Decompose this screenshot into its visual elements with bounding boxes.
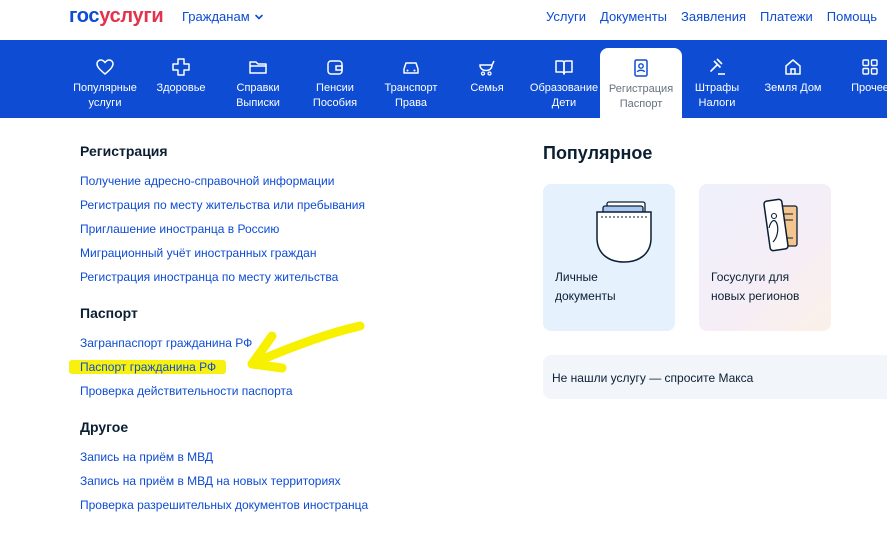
ask-max-button[interactable]: Не нашли услугу — спросите Макса: [543, 355, 887, 399]
category-label: Образование Дети: [529, 82, 599, 109]
category-label: Справки Выписки: [236, 82, 280, 109]
category-fines-taxes[interactable]: Штрафы Налоги: [686, 40, 748, 118]
card-new-regions[interactable]: Госуслуги для новых регионов: [699, 184, 831, 331]
top-nav: Услуги Документы Заявления Платежи Помощ…: [546, 9, 877, 25]
category-education[interactable]: Образование Дети: [526, 40, 602, 118]
chevron-down-icon: [254, 14, 263, 20]
house-icon: [782, 56, 804, 78]
logo-part-uslugi: услуги: [99, 5, 164, 27]
car-icon: [400, 56, 422, 78]
category-land-home[interactable]: Земля Дом: [758, 40, 828, 118]
heart-icon: [94, 56, 116, 78]
gosuslugi-logo[interactable]: госуслуги: [69, 4, 164, 28]
link-internal-passport[interactable]: Паспорт гражданина РФ: [80, 360, 216, 374]
card-label: Госуслуги для новых регионов: [711, 270, 800, 303]
medical-cross-icon: [170, 56, 192, 78]
ask-max-label: Не нашли услугу — спросите Макса: [552, 371, 754, 385]
grid-icon: [859, 56, 881, 78]
section-title-passport: Паспорт: [80, 305, 138, 321]
nav-applications[interactable]: Заявления: [681, 9, 746, 25]
folder-icon: [247, 56, 269, 78]
link-foreign-passport[interactable]: Загранпаспорт гражданина РФ: [80, 336, 252, 350]
category-label: Регистрация Паспорт: [608, 83, 674, 110]
section-title-other: Другое: [80, 419, 129, 435]
gavel-icon: [706, 56, 728, 78]
category-label: Здоровье: [156, 82, 206, 94]
passport-hand-icon: [763, 198, 798, 252]
category-pensions[interactable]: Пенсии Пособия: [300, 40, 370, 118]
category-label: Штрафы Налоги: [694, 82, 740, 109]
open-book-icon: [553, 56, 575, 78]
popular-title: Популярное: [543, 143, 653, 163]
link-foreigner-residence-registration[interactable]: Регистрация иностранца по месту жительст…: [80, 270, 338, 284]
logo-part-gos: гос: [69, 5, 100, 27]
category-other[interactable]: Прочее: [836, 40, 887, 118]
link-foreigner-invitation[interactable]: Приглашение иностранца в Россию: [80, 222, 279, 236]
category-label: Земля Дом: [764, 82, 822, 94]
passport-icon: [630, 57, 652, 79]
nav-payments[interactable]: Платежи: [760, 9, 813, 25]
category-health[interactable]: Здоровье: [148, 40, 214, 118]
audience-selector-label: Гражданам: [182, 9, 250, 24]
category-transport[interactable]: Транспорт Права: [376, 40, 446, 118]
documents-pocket-icon: [596, 201, 652, 263]
category-label: Прочее: [851, 82, 887, 94]
card-personal-documents[interactable]: Личные документы: [543, 184, 675, 331]
category-popular[interactable]: Популярные услуги: [66, 40, 144, 118]
section-title-registration: Регистрация: [80, 143, 168, 159]
category-certificates[interactable]: Справки Выписки: [222, 40, 294, 118]
highlighter-arrow-icon: [247, 321, 365, 373]
category-label: Семья: [470, 82, 504, 94]
category-registration-passport[interactable]: Регистрация Паспорт: [600, 48, 682, 118]
wallet-icon: [324, 56, 346, 78]
nav-help[interactable]: Помощь: [827, 9, 877, 25]
link-residence-registration[interactable]: Регистрация по месту жительства или преб…: [80, 198, 365, 212]
category-family[interactable]: Семья: [456, 40, 518, 118]
category-label: Популярные услуги: [73, 82, 137, 109]
top-header: госуслуги Гражданам Услуги Документы Зая…: [0, 0, 887, 40]
category-label: Пенсии Пособия: [312, 82, 358, 109]
nav-services[interactable]: Услуги: [546, 9, 586, 25]
card-label: Личные документы: [555, 270, 616, 303]
link-address-info[interactable]: Получение адресно-справочной информации: [80, 174, 334, 188]
stroller-icon: [476, 56, 498, 78]
nav-documents[interactable]: Документы: [600, 9, 667, 25]
category-label: Транспорт Права: [384, 82, 438, 109]
audience-selector[interactable]: Гражданам: [182, 9, 264, 24]
link-migration-registration[interactable]: Миграционный учёт иностранных граждан: [80, 246, 316, 260]
link-mvd-appointment-new-territories[interactable]: Запись на приём в МВД на новых территори…: [80, 474, 341, 488]
category-bar: Популярные услуги Здоровье Справки Выпис…: [0, 40, 887, 118]
link-foreigner-permits-check[interactable]: Проверка разрешительных документов иност…: [80, 498, 368, 512]
link-mvd-appointment[interactable]: Запись на приём в МВД: [80, 450, 213, 464]
link-passport-validity-check[interactable]: Проверка действительности паспорта: [80, 384, 293, 398]
